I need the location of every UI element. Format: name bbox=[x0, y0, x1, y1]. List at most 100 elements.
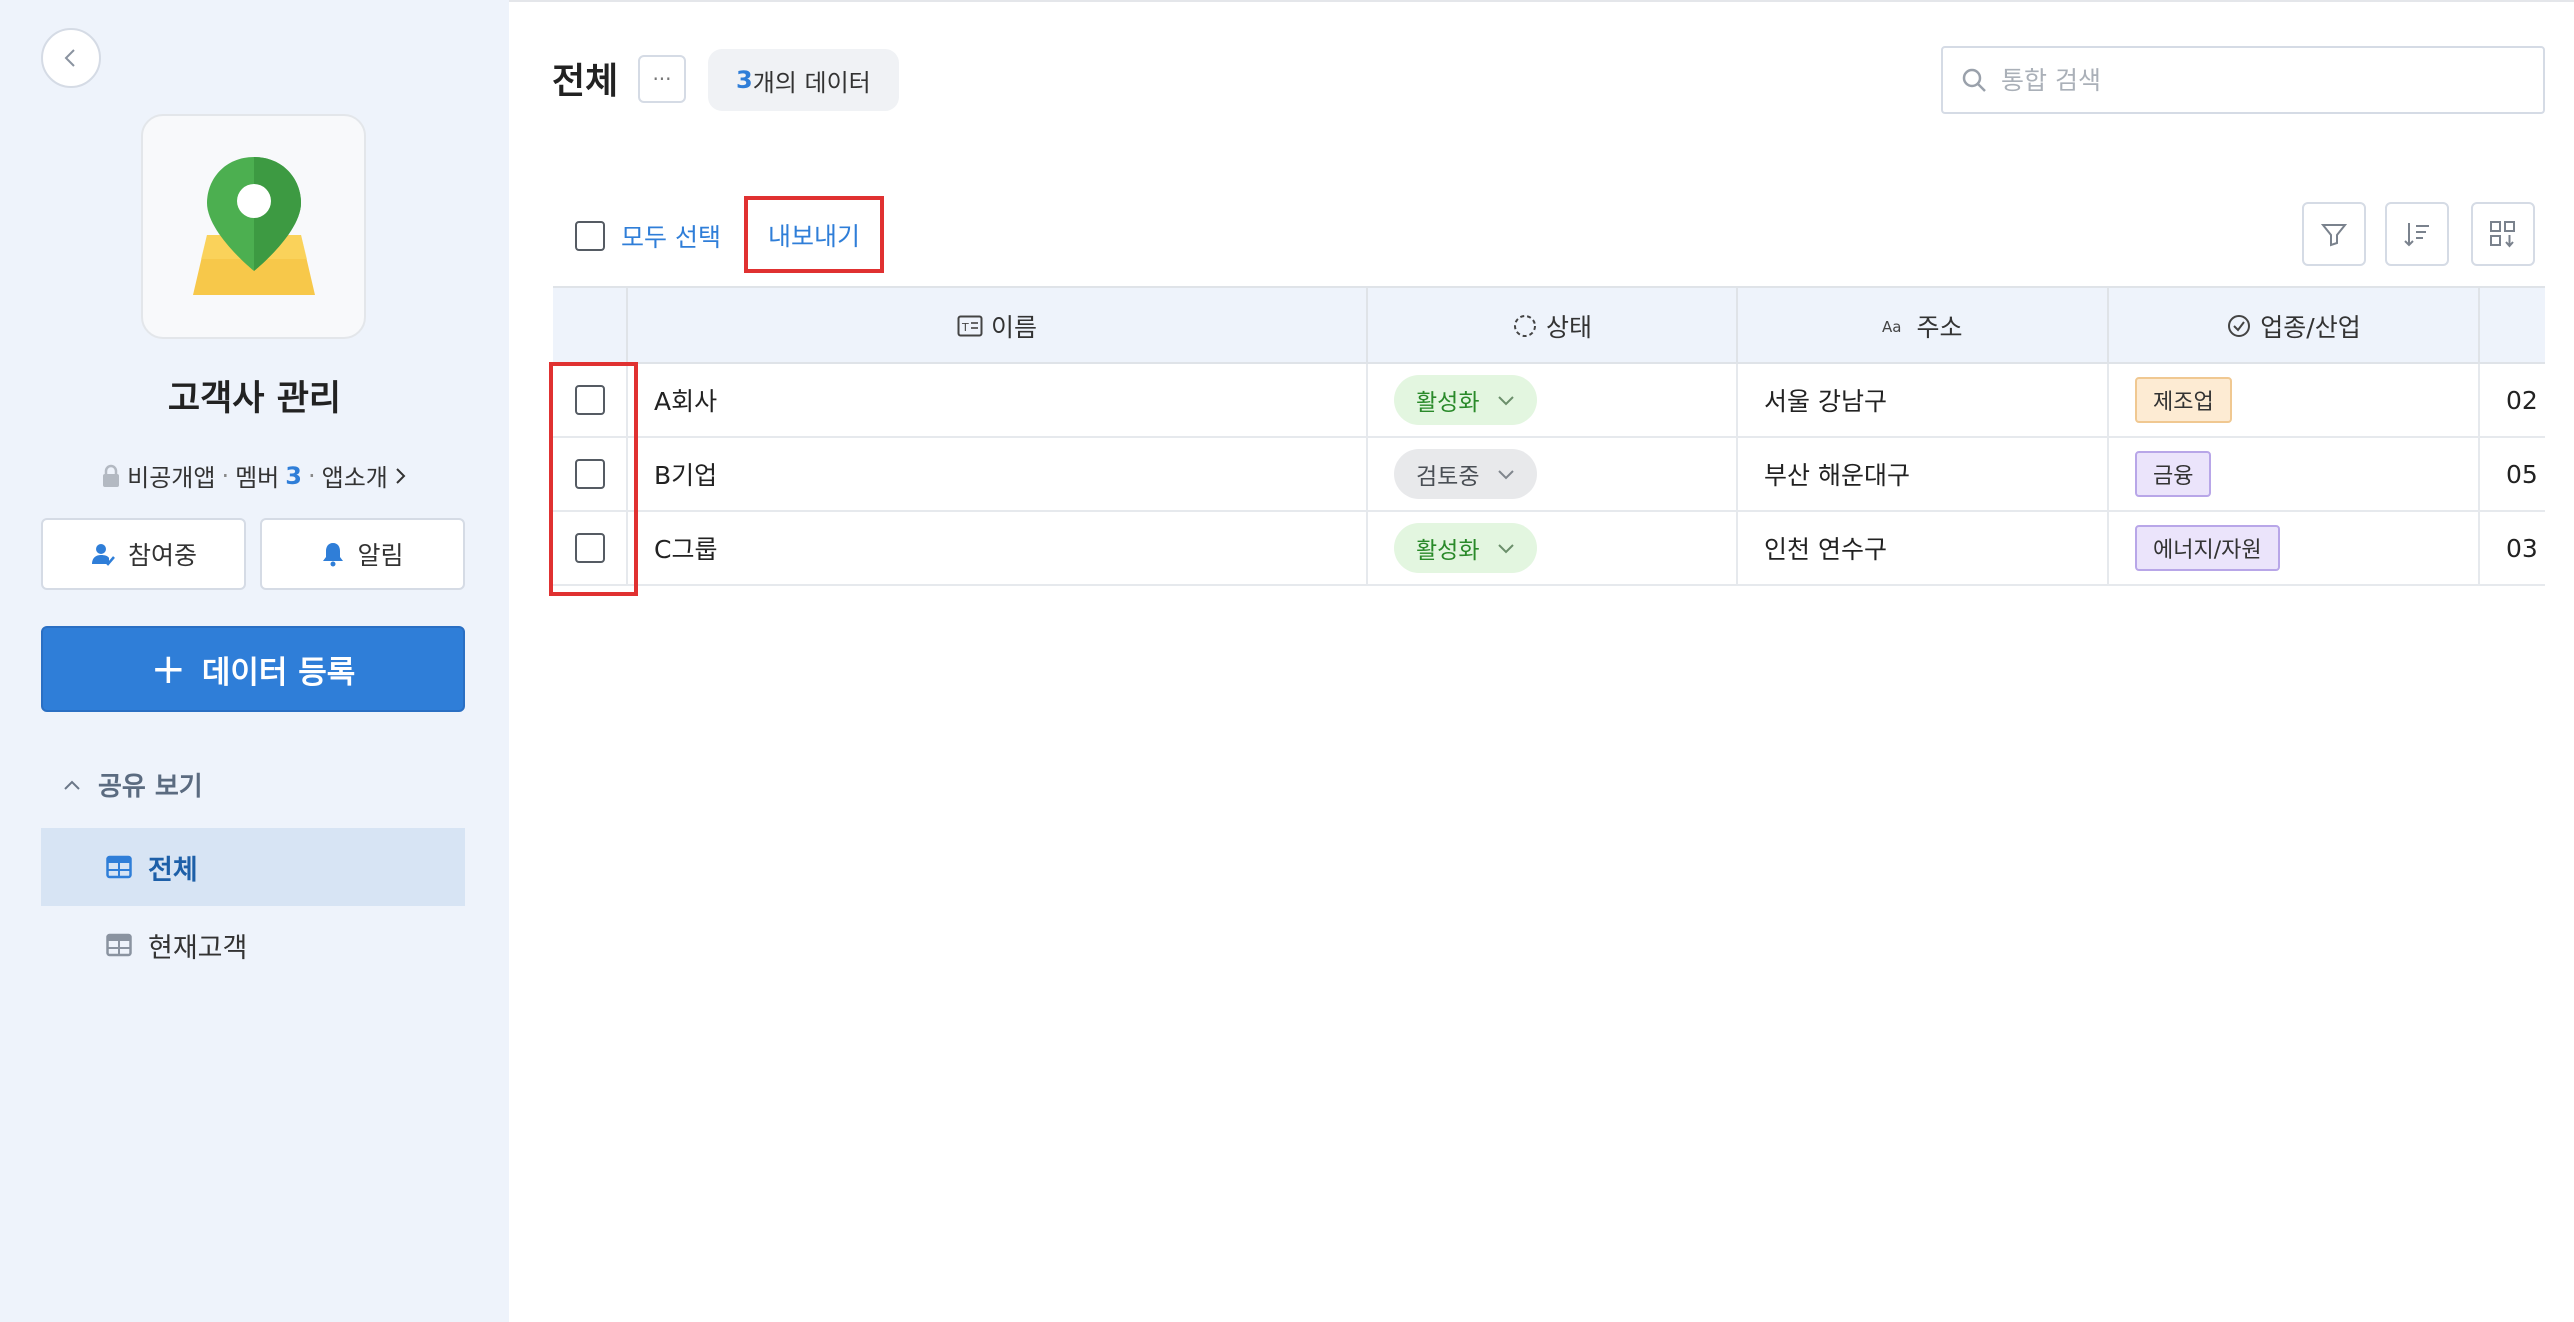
column-label: 업종/산업 bbox=[2260, 313, 2361, 342]
export-button[interactable]: 내보내기 bbox=[744, 196, 884, 273]
sidebar-item-all[interactable]: 전체 bbox=[41, 828, 465, 906]
table-row[interactable]: C그룹 활성화 인천 연수구 에너지/자원 03 bbox=[553, 512, 2545, 586]
row-checkbox-cell bbox=[553, 364, 626, 436]
user-check-icon bbox=[91, 544, 115, 566]
column-header-address[interactable]: Aa 주소 bbox=[1736, 288, 2107, 364]
chevron-left-icon bbox=[64, 49, 75, 67]
data-count-suffix: 개의 데이터 bbox=[752, 68, 871, 97]
app-root: 고객사 관리 비공개앱 · 멤버 3 · 앱소개 참여중 알림 + 데이터 등록… bbox=[0, 0, 2574, 1322]
industry-tag[interactable]: 에너지/자원 bbox=[2135, 525, 2280, 571]
status-label: 활성화 bbox=[1416, 390, 1480, 416]
register-data-button[interactable]: + 데이터 등록 bbox=[41, 626, 465, 712]
sidebar-item-label: 현재고객 bbox=[148, 932, 248, 964]
header-checkbox-cell bbox=[553, 288, 626, 364]
column-header-status[interactable]: 상태 bbox=[1366, 288, 1736, 364]
column-label: 상태 bbox=[1545, 313, 1592, 342]
alert-label: 알림 bbox=[357, 541, 404, 570]
data-count-badge: 3 개의 데이터 bbox=[708, 49, 899, 111]
divider bbox=[509, 0, 2574, 2]
visibility-label: 비공개앱 bbox=[127, 464, 216, 492]
page-title: 전체 bbox=[552, 61, 619, 102]
select-all-checkbox[interactable] bbox=[575, 221, 605, 251]
chevron-down-icon bbox=[1498, 544, 1515, 554]
plus-icon: + bbox=[150, 644, 186, 693]
column-header-name[interactable]: T 이름 bbox=[626, 288, 1366, 364]
cell-name[interactable]: C그룹 bbox=[626, 512, 1366, 584]
column-label: 주소 bbox=[1916, 313, 1963, 342]
sidebar-item-current-customers[interactable]: 현재고객 bbox=[41, 906, 465, 984]
column-header-industry[interactable]: 업종/산업 bbox=[2107, 288, 2478, 364]
row-checkbox-cell bbox=[553, 512, 626, 584]
status-label: 검토중 bbox=[1416, 464, 1480, 490]
cell-status: 검토중 bbox=[1366, 438, 1736, 510]
app-title: 고객사 관리 bbox=[167, 379, 342, 419]
joined-button[interactable]: 참여중 bbox=[41, 518, 246, 590]
industry-tag[interactable]: 금융 bbox=[2135, 451, 2212, 497]
table-row[interactable]: A회사 활성화 서울 강남구 제조업 02 bbox=[553, 364, 2545, 438]
table-row[interactable]: B기업 검토중 부산 해운대구 금융 05 bbox=[553, 438, 2545, 512]
check-circle-icon bbox=[2228, 315, 2251, 337]
member-count: 3 bbox=[285, 461, 302, 490]
sort-icon bbox=[2404, 223, 2429, 247]
chevron-right-icon bbox=[396, 467, 406, 484]
shared-views-toggle[interactable]: 공유 보기 bbox=[62, 766, 203, 803]
filter-icon bbox=[2320, 224, 2348, 247]
row-checkbox[interactable] bbox=[574, 533, 605, 563]
select-all-label[interactable]: 모두 선택 bbox=[621, 218, 721, 254]
bell-icon bbox=[323, 543, 344, 567]
lock-icon bbox=[103, 464, 120, 487]
status-circle-icon bbox=[1513, 315, 1536, 337]
cell-industry: 에너지/자원 bbox=[2107, 512, 2478, 584]
svg-text:Aa: Aa bbox=[1882, 318, 1901, 336]
chevron-down-icon bbox=[1498, 470, 1515, 480]
column-header-extra[interactable] bbox=[2478, 288, 2545, 364]
column-label: 이름 bbox=[990, 313, 1037, 342]
cell-extra[interactable]: 02 bbox=[2478, 364, 2545, 436]
row-checkbox[interactable] bbox=[574, 385, 605, 415]
section-title: 공유 보기 bbox=[98, 772, 203, 802]
table-icon bbox=[106, 855, 132, 879]
cell-name[interactable]: A회사 bbox=[626, 364, 1366, 436]
chevron-up-icon bbox=[64, 780, 80, 790]
status-dropdown[interactable]: 검토중 bbox=[1394, 449, 1538, 499]
sort-button[interactable] bbox=[2385, 202, 2449, 266]
table-icon bbox=[106, 933, 132, 957]
svg-text:T: T bbox=[961, 321, 969, 334]
row-checkbox[interactable] bbox=[574, 459, 605, 489]
cell-status: 활성화 bbox=[1366, 512, 1736, 584]
cell-name[interactable]: B기업 bbox=[626, 438, 1366, 510]
chevron-down-icon bbox=[1498, 396, 1515, 406]
cell-extra[interactable]: 03 bbox=[2478, 512, 2545, 584]
grid-icon bbox=[2490, 221, 2515, 248]
select-all[interactable]: 모두 선택 bbox=[575, 218, 721, 254]
industry-tag[interactable]: 제조업 bbox=[2135, 377, 2232, 423]
cell-extra[interactable]: 05 bbox=[2478, 438, 2545, 510]
cell-status: 활성화 bbox=[1366, 364, 1736, 436]
search-input[interactable] bbox=[2001, 65, 2521, 95]
sidebar: 고객사 관리 비공개앱 · 멤버 3 · 앱소개 참여중 알림 + 데이터 등록… bbox=[0, 0, 509, 1322]
text-field-icon: T bbox=[957, 315, 983, 337]
app-meta[interactable]: 비공개앱 · 멤버 3 · 앱소개 bbox=[0, 458, 509, 493]
cell-address[interactable]: 인천 연수구 bbox=[1736, 512, 2107, 584]
member-label: 멤버 bbox=[235, 464, 280, 492]
main-content: 전체 ··· 3 개의 데이터 모두 선택 내보내기 bbox=[509, 0, 2574, 1322]
app-intro-label: 앱소개 bbox=[321, 464, 388, 492]
alert-button[interactable]: 알림 bbox=[260, 518, 465, 590]
cell-address[interactable]: 부산 해운대구 bbox=[1736, 438, 2107, 510]
more-options-button[interactable]: ··· bbox=[638, 55, 686, 103]
row-checkbox-cell bbox=[553, 438, 626, 510]
layout-button[interactable] bbox=[2471, 202, 2535, 266]
app-icon bbox=[141, 114, 366, 339]
status-dropdown[interactable]: 활성화 bbox=[1394, 375, 1538, 425]
status-dropdown[interactable]: 활성화 bbox=[1394, 523, 1538, 573]
back-button[interactable] bbox=[41, 28, 101, 88]
filter-button[interactable] bbox=[2302, 202, 2366, 266]
cell-industry: 제조업 bbox=[2107, 364, 2478, 436]
status-label: 활성화 bbox=[1416, 538, 1480, 564]
sidebar-item-label: 전체 bbox=[148, 854, 198, 886]
joined-label: 참여중 bbox=[127, 541, 197, 570]
text-type-icon: Aa bbox=[1882, 318, 1901, 336]
search-box[interactable] bbox=[1941, 46, 2545, 114]
cell-address[interactable]: 서울 강남구 bbox=[1736, 364, 2107, 436]
more-icon: ··· bbox=[652, 67, 672, 91]
